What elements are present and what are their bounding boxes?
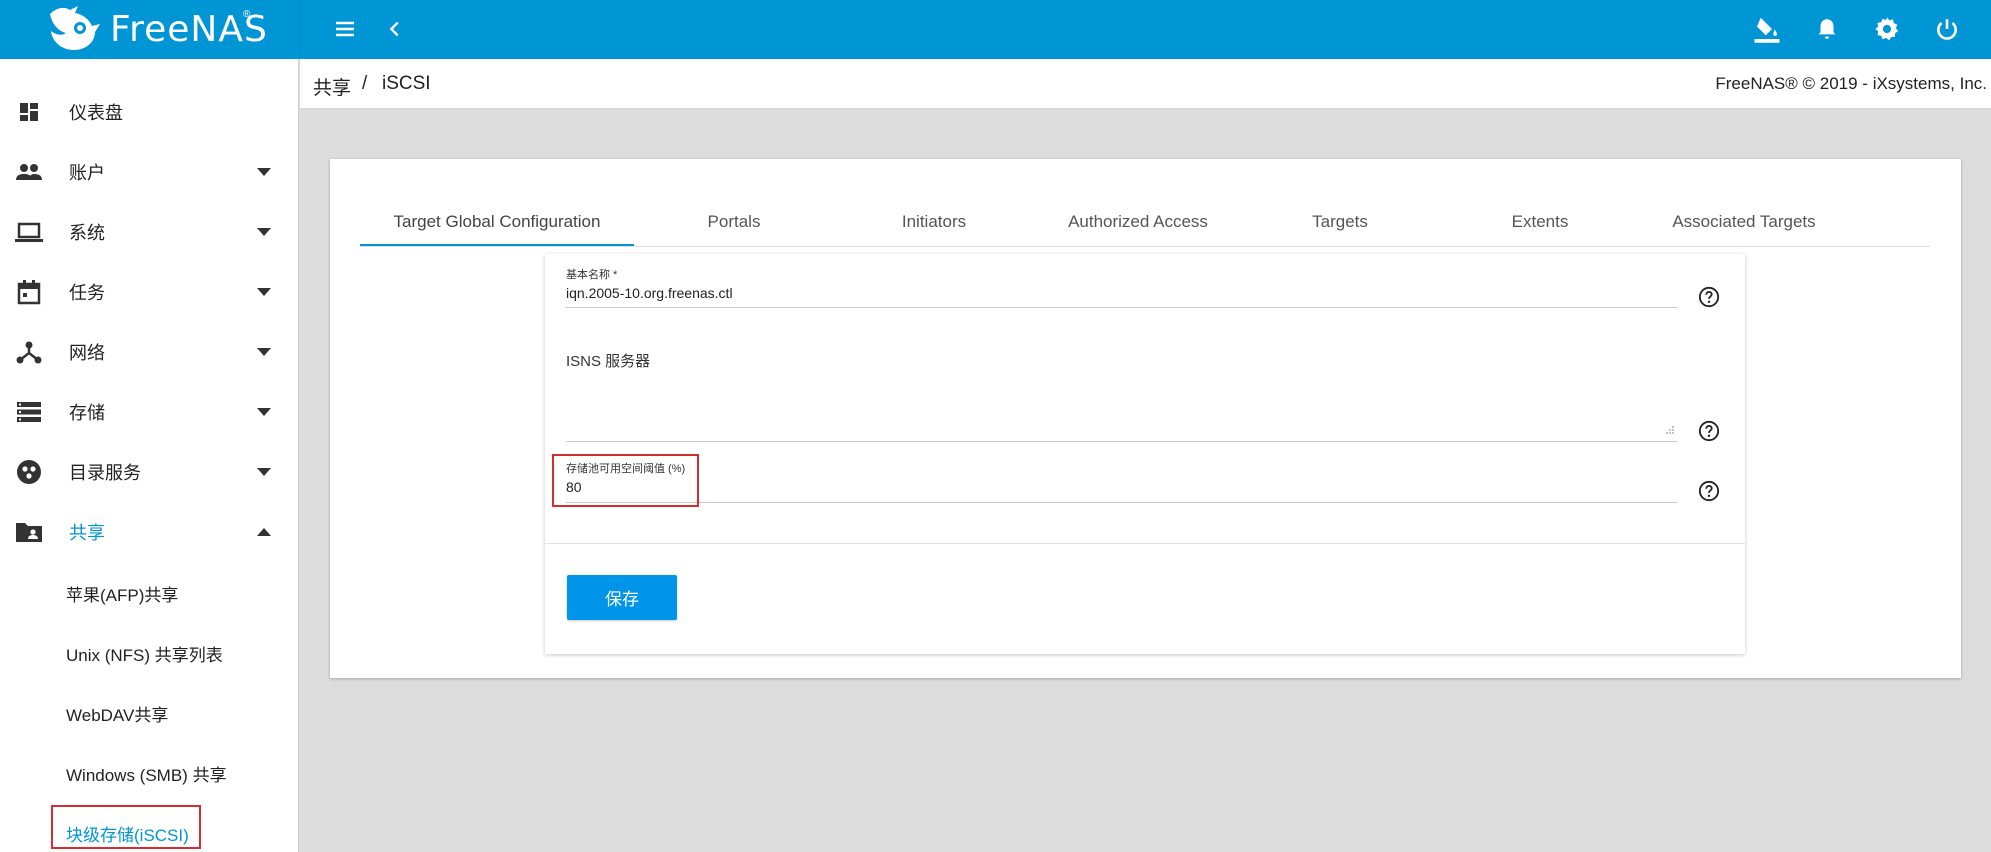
gear-icon[interactable] — [1872, 14, 1902, 44]
shared-folder-icon — [14, 517, 44, 547]
isns-textarea[interactable] — [566, 376, 1678, 436]
sidebar-item-sharing[interactable]: 共享 — [0, 502, 299, 562]
top-bar: FreeNAS ® — [0, 0, 1991, 59]
sidebar-subitem-label: WebDAV共享 — [66, 706, 169, 725]
network-icon — [14, 337, 44, 367]
caret-down-icon — [256, 164, 272, 180]
breadcrumb-current: iSCSI — [382, 73, 431, 94]
form-divider — [545, 543, 1745, 544]
sidebar-item-tasks[interactable]: 任务 — [0, 262, 299, 322]
tab-targets[interactable]: Targets — [1242, 197, 1438, 247]
resize-handle-icon[interactable] — [1665, 425, 1675, 435]
dashboard-icon — [14, 97, 44, 127]
isns-label: ISNS 服务器 — [566, 353, 651, 370]
tab-authorized-access[interactable]: Authorized Access — [1034, 197, 1242, 247]
sidebar-subitem-smb[interactable]: Windows (SMB) 共享 — [0, 742, 299, 802]
sidebar-subitem-label: 苹果(AFP)共享 — [66, 586, 179, 605]
help-icon[interactable] — [1698, 286, 1720, 308]
caret-down-icon — [256, 224, 272, 240]
tab-bar: Target Global Configuration Portals Init… — [360, 197, 1930, 247]
breadcrumb: 共享 / iSCSI FreeNAS® © 2019 - iXsystems, … — [300, 59, 1991, 109]
sidebar-item-label: 共享 — [69, 523, 105, 543]
tab-portals[interactable]: Portals — [634, 197, 834, 247]
highlight-box — [552, 454, 699, 507]
sidebar-item-dashboard[interactable]: 仪表盘 — [0, 82, 299, 142]
sidebar-item-accounts[interactable]: 账户 — [0, 142, 299, 202]
sidebar-subitem-label: Windows (SMB) 共享 — [66, 766, 227, 785]
sidebar-subitem-nfs[interactable]: Unix (NFS) 共享列表 — [0, 622, 299, 682]
save-button[interactable]: 保存 — [567, 575, 677, 620]
sidebar-item-label: 系统 — [69, 223, 105, 243]
sidebar-item-label: 任务 — [69, 283, 105, 303]
freenas-logo-icon — [50, 6, 100, 50]
active-tab-indicator — [360, 244, 634, 246]
paint-bucket-icon[interactable] — [1752, 14, 1782, 44]
sidebar-item-storage[interactable]: 存储 — [0, 382, 299, 442]
sidebar-subitem-webdav[interactable]: WebDAV共享 — [0, 682, 299, 742]
global-config-form: 基本名称 * iqn.2005-10.org.freenas.ctl ISNS … — [545, 254, 1745, 654]
tab-initiators[interactable]: Initiators — [834, 197, 1034, 247]
sidebar-item-label: 仪表盘 — [69, 103, 123, 123]
sidebar: 仪表盘 账户 系统 任务 网络 存储 目录服务 共享 苹果(AFP)共享 Uni… — [0, 59, 299, 852]
iscsi-card: Target Global Configuration Portals Init… — [330, 159, 1961, 678]
tab-target-global-configuration[interactable]: Target Global Configuration — [360, 197, 634, 247]
bell-icon[interactable] — [1812, 14, 1842, 44]
laptop-icon — [14, 217, 44, 247]
sidebar-item-label: 网络 — [69, 343, 105, 363]
help-icon[interactable] — [1698, 480, 1720, 502]
menu-icon[interactable] — [330, 14, 360, 44]
tab-associated-targets[interactable]: Associated Targets — [1642, 197, 1846, 247]
sidebar-subitem-afp[interactable]: 苹果(AFP)共享 — [0, 562, 299, 622]
pool-threshold-underline — [566, 502, 1678, 503]
basename-input[interactable]: iqn.2005-10.org.freenas.ctl — [566, 285, 733, 301]
caret-down-icon — [256, 404, 272, 420]
people-icon — [14, 157, 44, 187]
isns-underline — [566, 441, 1678, 442]
logo-area[interactable]: FreeNAS ® — [0, 0, 300, 59]
sidebar-item-label: 账户 — [69, 163, 105, 183]
copyright-text: FreeNAS® © 2019 - iXsystems, Inc. — [1715, 74, 1987, 93]
back-chevron-icon[interactable] — [380, 14, 410, 44]
logo-registered-mark: ® — [243, 9, 251, 20]
breadcrumb-separator: / — [362, 73, 368, 94]
caret-down-icon — [256, 284, 272, 300]
help-icon[interactable] — [1698, 420, 1720, 442]
sidebar-item-network[interactable]: 网络 — [0, 322, 299, 382]
sidebar-item-system[interactable]: 系统 — [0, 202, 299, 262]
basename-underline — [566, 307, 1678, 308]
sidebar-item-label: 目录服务 — [69, 463, 141, 483]
caret-down-icon — [256, 464, 272, 480]
highlight-box — [51, 805, 201, 849]
breadcrumb-parent[interactable]: 共享 — [313, 73, 351, 100]
caret-down-icon — [256, 344, 272, 360]
caret-up-icon — [256, 524, 272, 540]
sidebar-item-label: 存储 — [69, 403, 105, 423]
directory-icon — [14, 457, 44, 487]
basename-label: 基本名称 * — [566, 269, 618, 281]
storage-icon — [14, 397, 44, 427]
tab-extents[interactable]: Extents — [1438, 197, 1642, 247]
power-icon[interactable] — [1932, 14, 1962, 44]
calendar-icon — [14, 277, 44, 307]
sidebar-subitem-label: Unix (NFS) 共享列表 — [66, 646, 223, 665]
sidebar-item-directory-services[interactable]: 目录服务 — [0, 442, 299, 502]
